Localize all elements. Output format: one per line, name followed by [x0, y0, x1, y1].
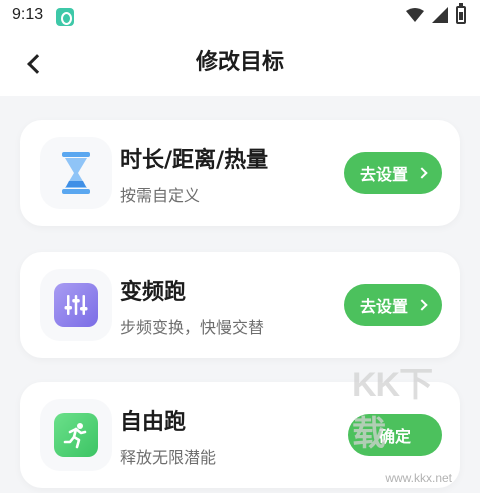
- card-title: 时长/距离/热量: [120, 148, 269, 173]
- goal-card-interval: 变频跑 步频变换，快慢交替 去设置: [20, 252, 460, 358]
- battery-icon: [456, 3, 466, 24]
- page-title: 修改目标: [195, 50, 284, 75]
- card-icon-wrap: [40, 137, 112, 209]
- setup-button-interval[interactable]: 去设置: [343, 284, 442, 326]
- wifi-icon: [406, 8, 424, 22]
- card-subtitle: 释放无限潜能: [120, 448, 217, 467]
- card-title: 自由跑: [120, 410, 187, 435]
- back-button[interactable]: [18, 46, 50, 82]
- nav-bar: 修改目标: [0, 32, 480, 96]
- button-label: 去设置: [359, 165, 408, 184]
- confirm-button-free-run[interactable]: 确定: [348, 414, 442, 456]
- chevron-right-icon: [416, 167, 428, 179]
- app-icon: [56, 8, 74, 26]
- goal-card-free-run: 自由跑 释放无限潜能 确定: [20, 382, 460, 488]
- signal-icon: [432, 7, 448, 23]
- hourglass-icon: [62, 152, 90, 194]
- chevron-right-icon: [416, 299, 428, 311]
- chevron-left-icon: [27, 54, 47, 74]
- runner-icon: [54, 413, 98, 457]
- card-title: 变频跑: [120, 280, 187, 305]
- card-icon-wrap: [40, 399, 112, 471]
- status-bar: 9:13: [0, 0, 480, 32]
- card-subtitle: 步频变换，快慢交替: [120, 318, 265, 337]
- button-label: 去设置: [359, 297, 408, 316]
- goal-card-duration: 时长/距离/热量 按需自定义 去设置: [20, 120, 460, 226]
- sliders-icon: [54, 283, 98, 327]
- setup-button-duration[interactable]: 去设置: [343, 152, 442, 194]
- card-icon-wrap: [40, 269, 112, 341]
- button-label: 确定: [378, 427, 411, 446]
- status-icons: [406, 3, 466, 24]
- card-subtitle: 按需自定义: [120, 186, 201, 205]
- status-time: 9:13: [12, 6, 44, 23]
